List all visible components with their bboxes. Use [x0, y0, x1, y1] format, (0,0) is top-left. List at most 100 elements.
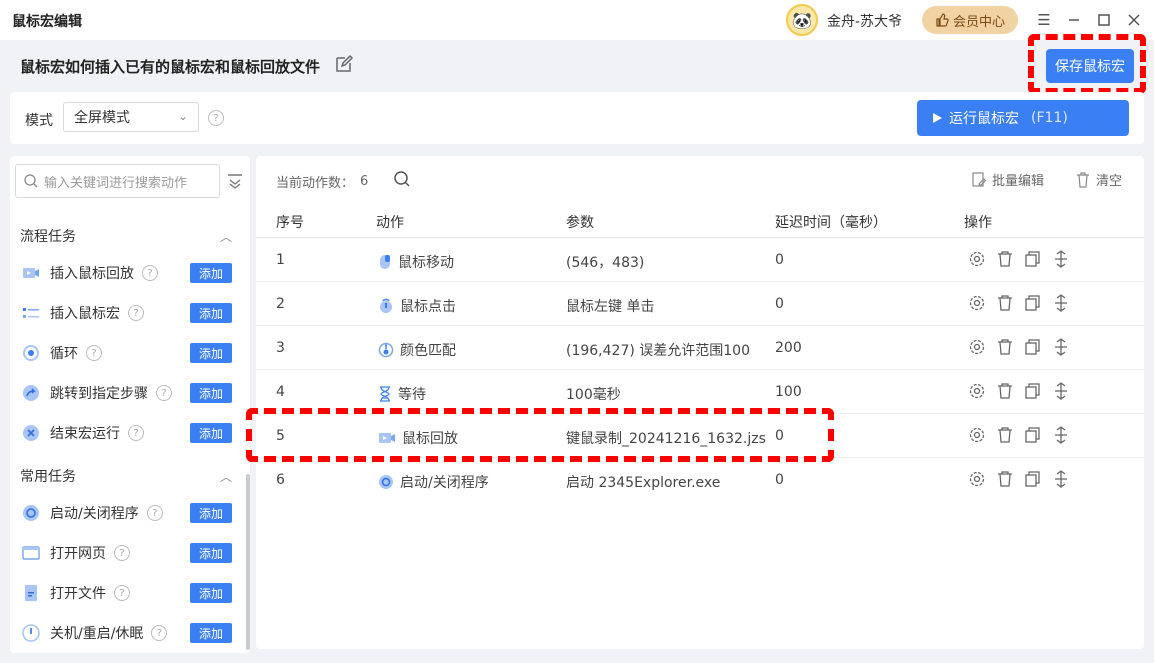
row-param: (196,427) 误差允许范围100: [566, 343, 750, 359]
row-action-label: 颜色匹配: [400, 343, 456, 359]
table-row[interactable]: 5 鼠标回放 键鼠录制_20241216_1632.jzs 0: [256, 414, 1144, 458]
maximize-icon[interactable]: [1095, 10, 1113, 30]
chevron-up-icon[interactable]: ︿: [220, 228, 232, 245]
play-icon: [933, 113, 942, 123]
document-header: 鼠标宏如何插入已有的鼠标宏和鼠标回放文件 保存鼠标宏: [0, 34, 1154, 94]
delete-icon[interactable]: [996, 382, 1014, 400]
help-icon[interactable]: ?: [156, 385, 172, 401]
close-icon[interactable]: [1125, 10, 1143, 30]
settings-icon[interactable]: [968, 338, 986, 356]
collapse-all-icon[interactable]: [227, 172, 243, 190]
batch-edit-button[interactable]: 批量编辑: [972, 170, 1044, 189]
help-icon[interactable]: ?: [128, 305, 144, 321]
clear-label: 清空: [1096, 174, 1123, 189]
section-header-common[interactable]: 常用任务 ︿: [20, 466, 232, 486]
help-icon[interactable]: ?: [128, 425, 144, 441]
row-index: 3: [276, 340, 285, 356]
delete-icon[interactable]: [996, 294, 1014, 312]
copy-icon[interactable]: [1024, 470, 1042, 488]
help-icon[interactable]: ?: [142, 265, 158, 281]
username[interactable]: 金舟-苏大爷: [827, 11, 902, 31]
clear-button[interactable]: 清空: [1076, 170, 1122, 189]
delete-icon[interactable]: [996, 426, 1014, 444]
settings-icon[interactable]: [968, 470, 986, 488]
copy-icon[interactable]: [1024, 294, 1042, 312]
delete-icon[interactable]: [996, 470, 1014, 488]
table-row[interactable]: 2 鼠标点击 鼠标左键 单击 0: [256, 282, 1144, 326]
menu-icon[interactable]: ☰: [1035, 10, 1053, 30]
settings-icon[interactable]: [968, 250, 986, 268]
sidebar-scrollbar[interactable]: [246, 474, 250, 650]
action-search-input[interactable]: 输入关键词进行搜索动作: [15, 164, 220, 198]
task-item-insert-playback: 插入鼠标回放 ? 添加: [22, 261, 232, 285]
save-macro-button[interactable]: 保存鼠标宏: [1046, 49, 1134, 83]
drag-handle-icon[interactable]: [1052, 470, 1070, 488]
add-button[interactable]: 添加: [190, 383, 232, 403]
column-header: 动作: [376, 215, 404, 231]
task-item-jump: 跳转到指定步骤 ? 添加: [22, 381, 232, 405]
search-placeholder: 输入关键词进行搜索动作: [44, 175, 188, 191]
drag-handle-icon[interactable]: [1052, 426, 1070, 444]
add-button[interactable]: 添加: [190, 583, 232, 603]
action-count-label: 当前动作数：: [276, 176, 355, 191]
table-row[interactable]: 4 等待 100毫秒 100: [256, 370, 1144, 414]
delete-icon[interactable]: [996, 338, 1014, 356]
table-row[interactable]: 3 颜色匹配 (196,427) 误差允许范围100 200: [256, 326, 1144, 370]
help-icon[interactable]: ?: [86, 345, 102, 361]
help-icon[interactable]: ?: [151, 625, 168, 641]
row-delay: 0: [775, 252, 784, 268]
help-icon[interactable]: ?: [146, 505, 163, 521]
vip-center-label: 会员中心: [952, 14, 1005, 30]
batch-edit-label: 批量编辑: [992, 174, 1045, 189]
delete-icon[interactable]: [996, 250, 1014, 268]
row-param: (546，483): [566, 255, 645, 271]
run-macro-button[interactable]: 运行鼠标宏 (F11): [917, 100, 1129, 136]
table-row[interactable]: 1 鼠标移动 (546，483) 0: [256, 238, 1144, 282]
settings-icon[interactable]: [968, 382, 986, 400]
mode-select[interactable]: 全屏模式 ⌄: [63, 102, 199, 132]
minimize-icon[interactable]: [1065, 10, 1083, 30]
stop-icon: [22, 424, 40, 442]
copy-icon[interactable]: [1024, 338, 1042, 356]
help-icon[interactable]: ?: [114, 585, 130, 601]
add-button[interactable]: 添加: [190, 303, 232, 323]
action-sidebar: 输入关键词进行搜索动作 流程任务 ︿ 插入鼠标回放 ? 添加 插入鼠标宏 ? 添…: [10, 156, 250, 653]
copy-icon[interactable]: [1024, 382, 1042, 400]
program-icon: [22, 504, 40, 522]
chevron-up-icon[interactable]: ︿: [220, 468, 232, 485]
trash-icon: [1077, 171, 1089, 188]
drag-handle-icon[interactable]: [1052, 338, 1070, 356]
task-label: 结束宏运行: [50, 426, 120, 442]
section-title-flow: 流程任务: [20, 229, 76, 245]
macro-icon: [22, 304, 40, 322]
drag-handle-icon[interactable]: [1052, 382, 1070, 400]
settings-icon[interactable]: [968, 426, 986, 444]
drag-handle-icon[interactable]: [1052, 294, 1070, 312]
task-item-loop: 循环 ? 添加: [22, 341, 232, 365]
power-icon: [22, 624, 40, 642]
hourglass-icon: [380, 386, 390, 402]
help-icon[interactable]: ?: [114, 545, 130, 561]
edit-icon[interactable]: [334, 54, 354, 74]
section-header-flow[interactable]: 流程任务 ︿: [20, 226, 232, 246]
copy-icon[interactable]: [1024, 250, 1042, 268]
add-button[interactable]: 添加: [190, 623, 232, 643]
row-index: 1: [276, 252, 285, 268]
add-button[interactable]: 添加: [190, 543, 232, 563]
avatar[interactable]: 🐼: [786, 4, 818, 36]
search-icon[interactable]: [393, 170, 411, 188]
app-title: 鼠标宏编辑: [12, 14, 82, 30]
copy-icon[interactable]: [1024, 426, 1042, 444]
settings-icon[interactable]: [968, 294, 986, 312]
add-button[interactable]: 添加: [190, 263, 232, 283]
drag-handle-icon[interactable]: [1052, 250, 1070, 268]
add-button[interactable]: 添加: [190, 343, 232, 363]
task-label: 打开网页: [50, 546, 106, 562]
add-button[interactable]: 添加: [190, 503, 232, 523]
jump-icon: [22, 384, 40, 402]
task-item-insert-macro: 插入鼠标宏 ? 添加: [22, 301, 232, 325]
table-row[interactable]: 6 启动/关闭程序 启动 2345Explorer.exe 0: [256, 458, 1144, 502]
add-button[interactable]: 添加: [190, 423, 232, 443]
help-icon[interactable]: ?: [208, 110, 224, 126]
vip-center-button[interactable]: 会员中心: [922, 6, 1018, 34]
